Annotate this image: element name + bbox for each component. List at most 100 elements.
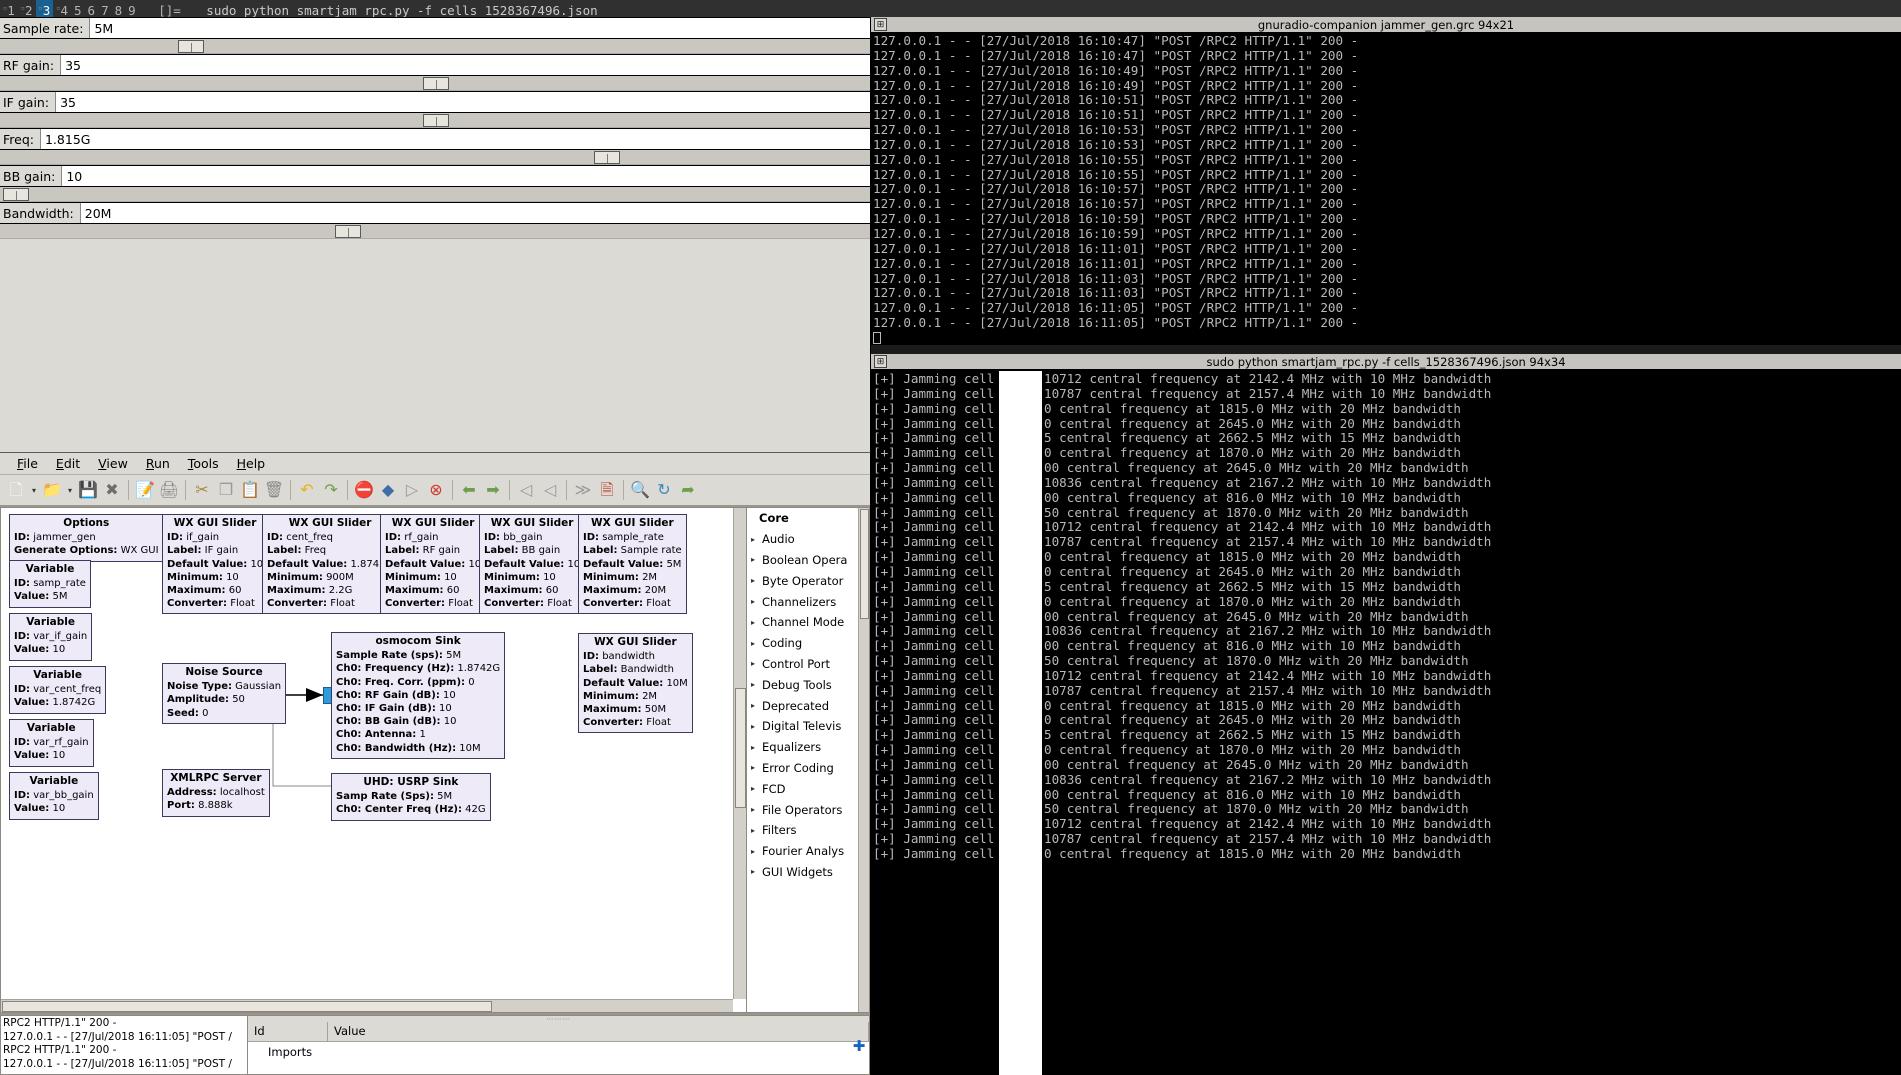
- canvas-vscroll-thumb[interactable]: [735, 688, 746, 808]
- edit-properties-icon[interactable]: 📝: [133, 477, 157, 503]
- wxgui-slider-1[interactable]: [0, 76, 870, 91]
- terminal-layout-icon-2[interactable]: ⊞: [874, 355, 887, 368]
- wxgui-slider-thumb-4[interactable]: [2, 188, 29, 201]
- tree-item-byte-operator[interactable]: ▸ Byte Operator: [747, 570, 869, 591]
- chevron-right-icon[interactable]: ▸: [751, 847, 762, 856]
- reload-blocks-icon[interactable]: ↻: [652, 477, 676, 503]
- tree-item-equalizers[interactable]: ▸ Equalizers: [747, 737, 869, 758]
- chevron-right-icon[interactable]: ▸: [751, 805, 762, 814]
- print-icon[interactable]: 🖨: [157, 477, 181, 503]
- layout-indicator[interactable]: []=: [158, 3, 181, 17]
- workspace-8[interactable]: 8: [112, 2, 126, 17]
- wxgui-slider-5[interactable]: [0, 224, 870, 239]
- wxgui-slider-thumb-3[interactable]: [594, 151, 621, 164]
- copy-icon[interactable]: ❐: [214, 477, 238, 503]
- menu-edit[interactable]: Edit: [47, 456, 89, 471]
- wx-gui-slider-rf-gain-block[interactable]: WX GUI Slider ID: rf_gain Label: RF gain De…: [380, 514, 487, 615]
- save-icon[interactable]: 💾: [76, 477, 100, 503]
- wxgui-slider-2[interactable]: [0, 113, 870, 128]
- open-file-dropdown-icon[interactable]: ▾: [64, 486, 76, 495]
- wxgui-value-3[interactable]: 1.815G: [39, 129, 870, 149]
- terminal-smartjam[interactable]: ⊞ sudo python smartjam_rpc.py -f cells_1…: [871, 354, 1901, 1075]
- undo-icon[interactable]: ↶: [295, 477, 319, 503]
- wxgui-field-5[interactable]: Bandwidth: 20M: [0, 202, 870, 224]
- redo-icon[interactable]: ↷: [319, 477, 343, 503]
- variable-var-if-gain-block[interactable]: Variable ID: var_if_gain Value: 10: [9, 613, 93, 661]
- wx-gui-slider-sample-rate-block[interactable]: WX GUI Slider ID: sample_rate Label: Sampl…: [578, 514, 687, 615]
- chevron-right-icon[interactable]: ▸: [751, 576, 762, 585]
- workspace-2[interactable]: ▫2: [18, 0, 36, 17]
- wxgui-slider-0[interactable]: [0, 39, 870, 54]
- chevron-right-icon[interactable]: ▸: [751, 597, 762, 606]
- tree-item-filters[interactable]: ▸ Filters: [747, 820, 869, 841]
- chevron-right-icon[interactable]: ▸: [751, 701, 762, 710]
- wxgui-slider-thumb-1[interactable]: [422, 77, 449, 90]
- chevron-right-icon[interactable]: ▸: [751, 659, 762, 668]
- workspace-9[interactable]: 9: [125, 2, 139, 17]
- wxgui-value-2[interactable]: 35: [55, 92, 870, 112]
- wx-gui-slider-cent-freq-block[interactable]: WX GUI Slider ID: cent_freq Label: Freq Def…: [262, 514, 399, 615]
- enable-block-icon[interactable]: ◆: [376, 477, 400, 503]
- tree-item-boolean-opera[interactable]: ▸ Boolean Opera: [747, 550, 869, 571]
- tree-item-audio[interactable]: ▸ Audio: [747, 529, 869, 550]
- tree-item-control-port[interactable]: ▸ Control Port: [747, 654, 869, 675]
- wx-gui-slider-if-gain-block[interactable]: WX GUI Slider ID: if_gain Label: IF gain De…: [162, 514, 269, 615]
- tree-item-coding[interactable]: ▸ Coding: [747, 633, 869, 654]
- workspace-6[interactable]: 6: [85, 2, 99, 17]
- wxgui-field-3[interactable]: Freq: 1.815G: [0, 128, 870, 150]
- tree-item-gui-widgets[interactable]: ▸ GUI Widgets: [747, 862, 869, 883]
- chevron-right-icon[interactable]: ▸: [751, 618, 762, 627]
- chevron-right-icon[interactable]: ▸: [751, 743, 762, 752]
- disable-block-icon[interactable]: ⛔: [352, 477, 376, 503]
- find-icon[interactable]: 🔍: [628, 477, 652, 503]
- canvas-hscroll-thumb[interactable]: [2, 1001, 492, 1012]
- open-file-icon[interactable]: 📁: [40, 477, 64, 503]
- menu-tools[interactable]: Tools: [179, 456, 228, 471]
- tree-scrollbar[interactable]: [858, 508, 869, 1012]
- workspace-4[interactable]: ▫4: [53, 0, 71, 17]
- wxgui-value-4[interactable]: 10: [61, 166, 870, 186]
- workspace-5[interactable]: 5: [71, 2, 85, 17]
- align-right-icon[interactable]: ◁: [538, 477, 562, 503]
- tree-item-debug-tools[interactable]: ▸ Debug Tools: [747, 674, 869, 695]
- block-library-tree[interactable]: Core ▸ Audio ▸ Boolean Opera ▸ Byte Operator ▸ C…: [747, 507, 870, 1013]
- chevron-right-icon[interactable]: ▸: [751, 722, 762, 731]
- tree-item-error-coding[interactable]: ▸ Error Coding: [747, 758, 869, 779]
- properties-panel[interactable]: ⋯⋯⋯ Id Value Imports ✚: [248, 1015, 870, 1075]
- chevron-right-icon[interactable]: ▸: [751, 535, 762, 544]
- wxgui-slider-thumb-5[interactable]: [334, 225, 361, 238]
- tree-scroll-thumb[interactable]: [860, 509, 869, 619]
- flowgraph-canvas[interactable]: Options ID: jammer_gen Generate Options: W…: [1, 508, 746, 1012]
- chevron-right-icon[interactable]: ▸: [751, 680, 762, 689]
- options-block[interactable]: Options ID: jammer_gen Generate Options: W…: [9, 514, 164, 562]
- tree-item-channel-mode[interactable]: ▸ Channel Mode: [747, 612, 869, 633]
- tree-item-file-operators[interactable]: ▸ File Operators: [747, 799, 869, 820]
- osmocom-sink-block[interactable]: osmocom Sink Sample Rate (sps): 5M Ch0: Fr…: [331, 632, 506, 759]
- rotate-left-icon[interactable]: ⬅: [457, 477, 481, 503]
- wxgui-field-0[interactable]: Sample rate: 5M: [0, 17, 870, 39]
- workspace-1[interactable]: ▫1: [0, 0, 18, 17]
- chevron-right-icon[interactable]: ▸: [751, 826, 762, 835]
- chevron-right-icon[interactable]: ▸: [751, 867, 762, 876]
- wx-gui-slider-bb-gain-block[interactable]: WX GUI Slider ID: bb_gain Label: BB gain De…: [479, 514, 586, 615]
- wxgui-value-1[interactable]: 35: [60, 55, 870, 75]
- noise-source-block[interactable]: Noise Source Noise Type: Gaussian Amplitud…: [162, 663, 287, 724]
- variable-var-rf-gain-block[interactable]: Variable ID: var_rf_gain Value: 10: [9, 719, 94, 767]
- delete-icon[interactable]: 🗑: [262, 477, 286, 503]
- tree-item-deprecated[interactable]: ▸ Deprecated: [747, 695, 869, 716]
- wxgui-field-4[interactable]: BB gain: 10: [0, 165, 870, 187]
- tree-item-digital-televis[interactable]: ▸ Digital Televis: [747, 716, 869, 737]
- menu-run[interactable]: Run: [137, 456, 179, 471]
- chevron-right-icon[interactable]: ▸: [751, 763, 762, 772]
- wxgui-field-1[interactable]: RF gain: 35: [0, 54, 870, 76]
- open-hier-icon[interactable]: ➦: [676, 477, 700, 503]
- variable-var-bb-gain-block[interactable]: Variable ID: var_bb_gain Value: 10: [9, 772, 99, 820]
- workspace-list[interactable]: ▫1 ▫2 ▫3 ▫4 5 6 7 8 9: [0, 0, 139, 17]
- add-property-icon[interactable]: ✚: [852, 1039, 866, 1054]
- wxgui-slider-thumb-0[interactable]: [178, 40, 205, 53]
- tree-item-channelizers[interactable]: ▸ Channelizers: [747, 591, 869, 612]
- canvas-vertical-scrollbar[interactable]: [733, 508, 746, 999]
- variable-samp-rate-block[interactable]: Variable ID: samp_rate Value: 5M: [9, 560, 91, 608]
- close-icon[interactable]: ✖: [100, 477, 124, 503]
- menu-view[interactable]: View: [89, 456, 137, 471]
